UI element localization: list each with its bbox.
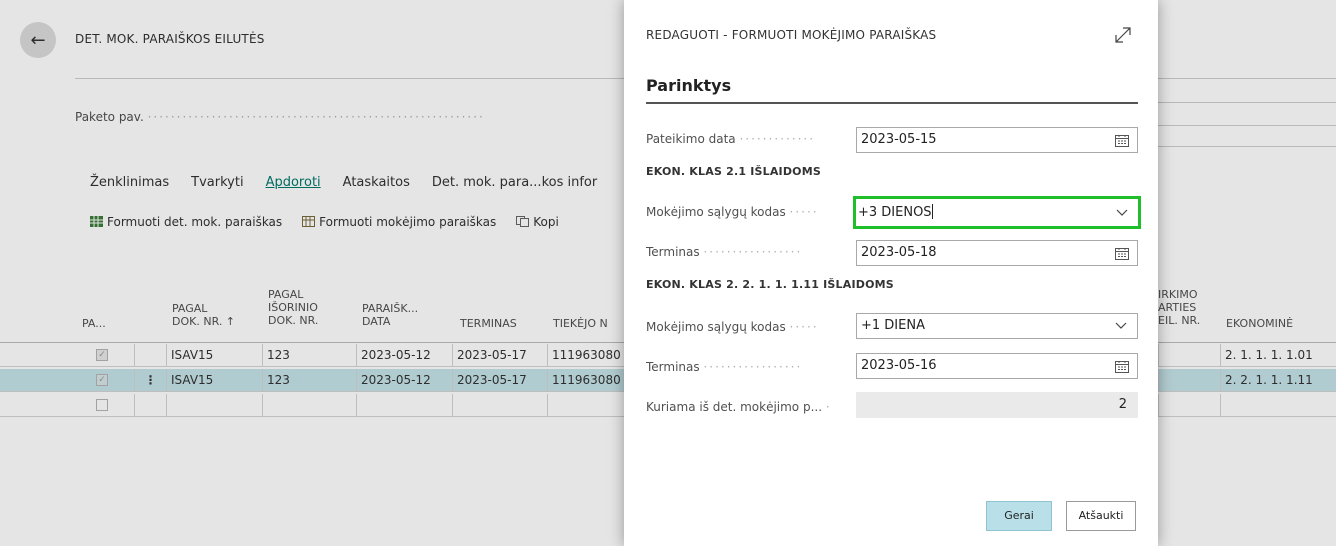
group-heading-2-2: EKON. KLAS 2. 2. 1. 1. 1.11 IŠLAIDOMS: [646, 278, 894, 291]
chevron-down-icon[interactable]: [1115, 322, 1127, 330]
options-dialog: REDAGUOTI - FORMUOTI MOKĖJIMO PARAIŠKAS …: [624, 0, 1158, 546]
kuriama-label: Kuriama iš det. mokėjimo p... ·: [646, 400, 832, 414]
terminas-date-input[interactable]: 2023-05-18: [856, 240, 1138, 266]
group-heading-2-1: EKON. KLAS 2.1 IŠLAIDOMS: [646, 165, 822, 178]
salygu-kodas-label: Mokėjimo sąlygų kodas ·····: [646, 205, 819, 219]
cancel-button[interactable]: Atšaukti: [1066, 501, 1136, 531]
chevron-down-icon[interactable]: [1116, 209, 1128, 217]
calendar-icon[interactable]: [1115, 247, 1129, 260]
terminas-label: Terminas ·················: [646, 360, 803, 374]
text-cursor: [931, 204, 933, 219]
kuriama-value: 2: [856, 392, 1138, 418]
salygu-kodas-select[interactable]: +1 DIENA: [856, 313, 1138, 339]
terminas-label: Terminas ·················: [646, 245, 803, 259]
calendar-icon[interactable]: [1115, 134, 1129, 147]
dialog-title: REDAGUOTI - FORMUOTI MOKĖJIMO PARAIŠKAS: [646, 28, 937, 42]
salygu-kodas-select[interactable]: +3 DIENOS: [853, 196, 1141, 229]
section-title[interactable]: Parinktys: [646, 76, 731, 95]
ok-button[interactable]: Gerai: [986, 501, 1052, 531]
pateikimo-date-input[interactable]: 2023-05-15: [856, 127, 1138, 153]
calendar-icon[interactable]: [1115, 360, 1129, 373]
pateikimo-label: Pateikimo data ·············: [646, 132, 816, 146]
salygu-kodas-label: Mokėjimo sąlygų kodas ·····: [646, 320, 819, 334]
terminas-date-input[interactable]: 2023-05-16: [856, 353, 1138, 379]
section-divider: [646, 102, 1138, 104]
expand-icon[interactable]: [1112, 24, 1134, 46]
